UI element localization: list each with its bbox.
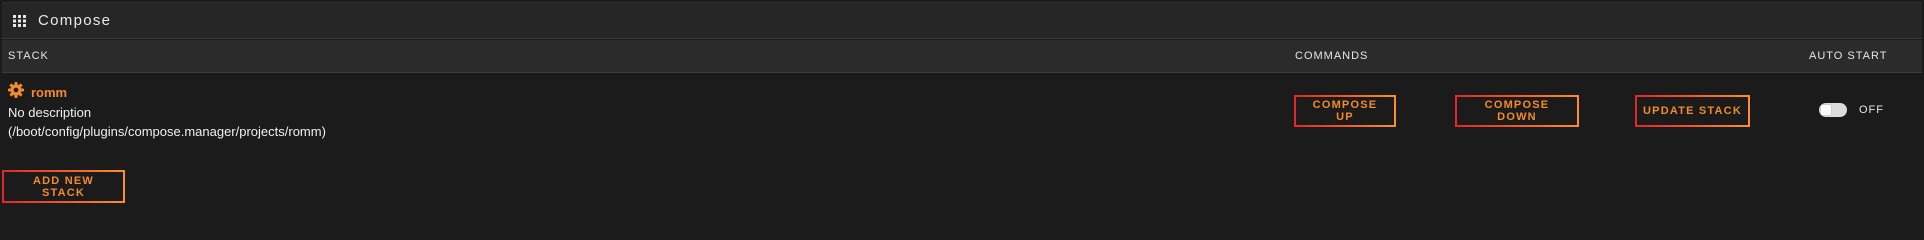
auto-start-state-label: OFF — [1859, 104, 1884, 116]
add-new-stack-button[interactable]: ADD NEW STACK — [2, 170, 125, 203]
auto-start-toggle[interactable] — [1819, 103, 1847, 117]
compose-up-button[interactable]: COMPOSE UP — [1294, 95, 1396, 127]
stack-name[interactable]: romm — [31, 85, 67, 100]
gear-icon[interactable] — [8, 82, 24, 98]
compose-down-button[interactable]: COMPOSE DOWN — [1455, 95, 1579, 127]
toggle-knob — [1821, 105, 1831, 115]
table-header: STACK COMMANDS AUTO START — [2, 40, 1922, 73]
stack-path: (/boot/config/plugins/compose.manager/pr… — [8, 124, 326, 139]
compose-panel: Compose STACK COMMANDS AUTO START romm N… — [0, 0, 1924, 212]
table-row: romm No description (/boot/config/plugin… — [2, 73, 1922, 148]
column-header-commands: COMMANDS — [1295, 50, 1369, 62]
apps-grid-icon — [13, 15, 26, 27]
column-header-auto-start: AUTO START — [1809, 50, 1888, 62]
panel-titlebar: Compose — [2, 2, 1922, 39]
update-stack-button[interactable]: UPDATE STACK — [1635, 95, 1750, 127]
panel-title: Compose — [38, 12, 112, 29]
stack-description: No description — [8, 105, 92, 120]
column-header-stack: STACK — [8, 50, 49, 62]
